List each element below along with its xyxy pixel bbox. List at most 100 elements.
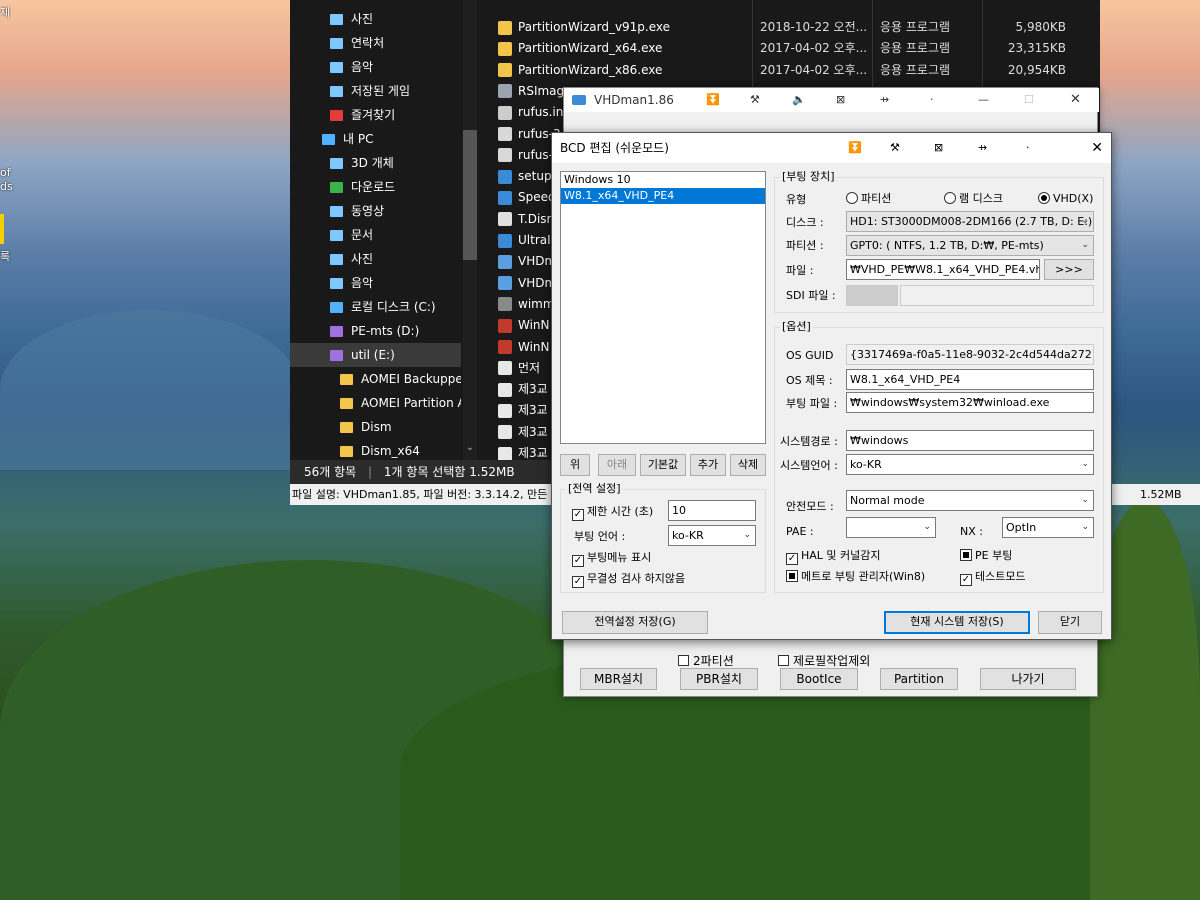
group-label: [전역 설정] <box>566 482 623 495</box>
scroll-down-icon[interactable]: ⌄ <box>463 442 477 458</box>
pbr-install-button[interactable]: PBR설치 <box>680 668 758 690</box>
boot-menu-checkbox[interactable]: ✓ 부팅메뉴 표시 <box>572 551 651 567</box>
pin-icon[interactable]: ⇸ <box>978 133 987 163</box>
sidebar-item-label: 즐겨찾기 <box>351 108 396 122</box>
folder-icon <box>330 278 343 289</box>
close-icon[interactable]: ✕ <box>1070 88 1081 112</box>
exit-button[interactable]: 나가기 <box>980 668 1076 690</box>
close-icon[interactable]: ✕ <box>1091 133 1103 163</box>
minimize-icon[interactable]: — <box>978 88 989 112</box>
boot-entry-list[interactable]: Windows 10 W8.1_x64_VHD_PE4 <box>560 171 766 444</box>
boot-language-select[interactable]: ko-KR ⌄ <box>668 525 756 546</box>
sidebar-item[interactable]: 음악 <box>290 55 461 79</box>
sidebar-item[interactable]: PE-mts (D:) <box>290 319 461 343</box>
system-language-select[interactable]: ko-KR ⌄ <box>846 454 1094 475</box>
sidebar-item-label: AOMEI Partition As <box>361 396 461 410</box>
os-title-input[interactable]: W8.1_x64_VHD_PE4 <box>846 369 1094 390</box>
sidebar-item-label: util (E:) <box>351 348 395 362</box>
file-icon <box>498 20 512 35</box>
grid-icon[interactable]: ⊠ <box>934 133 943 163</box>
file-type: 응용 프로그램 <box>880 62 951 77</box>
metro-boot-checkbox[interactable]: 메트로 부팅 관리자(Win8) <box>786 570 925 584</box>
sidebar-item[interactable]: 연락처 <box>290 31 461 55</box>
sidebar-item[interactable]: 사진 <box>290 7 461 31</box>
grid-icon[interactable]: ⊠ <box>836 88 845 112</box>
move-up-button[interactable]: 위 <box>560 454 590 476</box>
folder-icon <box>340 446 353 457</box>
tool-icon[interactable]: ⚒ <box>890 133 900 163</box>
partition-radio[interactable]: 파티션 <box>846 192 891 206</box>
sidebar-item-label: 사진 <box>351 252 374 266</box>
sidebar-item[interactable]: AOMEI Partition As <box>290 391 461 415</box>
file-date: 2018-10-22 오전... <box>760 20 868 34</box>
sidebar-item[interactable]: 로컬 디스크 (C:) <box>290 295 461 319</box>
disk-select[interactable]: HD1: ST3000DM008-2DM166 (2.7 TB, D: E:) ⌄ <box>846 211 1094 232</box>
mbr-install-button[interactable]: MBR설치 <box>580 668 657 690</box>
file-row[interactable]: PartitionWizard_x86.exe <box>498 59 748 81</box>
pin-icon[interactable]: ⏬ <box>848 133 862 163</box>
file-name: PartitionWizard_x64.exe <box>518 41 663 56</box>
two-partition-checkbox[interactable]: 2파티션 <box>678 653 734 669</box>
drive-icon <box>330 350 343 361</box>
partition-button[interactable]: Partition <box>880 668 958 690</box>
timeout-checkbox[interactable]: ✓ 제한 시간 (초) <box>572 505 653 521</box>
bootice-button[interactable]: BootIce <box>780 668 858 690</box>
list-item[interactable]: Windows 10 <box>561 172 765 188</box>
vhd-radio[interactable]: VHD(X) <box>1038 192 1093 206</box>
dot-icon[interactable]: · <box>1026 133 1030 163</box>
sidebar-item[interactable]: 즐겨찾기 <box>290 103 461 127</box>
pe-boot-checkbox[interactable]: PE 부팅 <box>960 549 1012 563</box>
pin-icon[interactable]: ⏬ <box>706 88 720 112</box>
sidebar-item[interactable]: 내 PC <box>290 127 461 151</box>
set-default-button[interactable]: 기본값 <box>640 454 686 476</box>
sidebar-item[interactable]: 다운로드 <box>290 175 461 199</box>
maximize-icon[interactable]: ☐ <box>1024 88 1034 112</box>
safe-mode-select[interactable]: Normal mode ⌄ <box>846 490 1094 511</box>
file-row[interactable]: PartitionWizard_v91p.exe <box>498 16 748 38</box>
file-name: 제3교 <box>518 446 548 460</box>
sidebar-item[interactable]: 3D 개체 <box>290 151 461 175</box>
hal-detect-checkbox[interactable]: ✓ HAL 및 커널감지 <box>786 549 881 565</box>
sidebar-item[interactable]: 문서 <box>290 223 461 247</box>
timeout-input[interactable]: 10 <box>668 500 756 521</box>
file-icon <box>498 276 512 291</box>
sidebar-item[interactable]: AOMEI Backupper 1 <box>290 367 461 391</box>
pae-select[interactable]: ⌄ <box>846 517 936 538</box>
file-icon <box>498 318 512 333</box>
list-item[interactable]: W8.1_x64_VHD_PE4 <box>561 188 765 204</box>
delete-entry-button[interactable]: 삭제 <box>730 454 766 476</box>
system-language-label: 시스템언어 : <box>780 459 838 472</box>
sidebar-item[interactable]: util (E:) <box>290 343 461 367</box>
sidebar-item[interactable]: 사진 <box>290 247 461 271</box>
tool-icon[interactable]: ⚒ <box>750 88 760 112</box>
close-button[interactable]: 닫기 <box>1038 611 1102 634</box>
test-mode-checkbox[interactable]: ✓ 테스트모드 <box>960 570 1026 586</box>
save-current-system-button[interactable]: 현재 시스템 저장(S) <box>884 611 1030 634</box>
type-label: 유형 <box>786 193 807 206</box>
dot-icon[interactable]: · <box>930 88 934 112</box>
file-row[interactable]: PartitionWizard_x64.exe <box>498 37 748 59</box>
sidebar-item-label: 다운로드 <box>351 180 396 194</box>
speaker-icon[interactable]: 🔈 <box>792 88 806 112</box>
browse-button[interactable]: >>> <box>1044 259 1094 280</box>
save-global-button[interactable]: 전역설정 저장(G) <box>562 611 708 634</box>
pin-icon[interactable]: ⇸ <box>880 88 889 112</box>
zero-fill-checkbox[interactable]: 제로필작업제외 <box>778 653 870 669</box>
add-entry-button[interactable]: 추가 <box>690 454 726 476</box>
file-name: setup <box>518 169 552 184</box>
nav-scrollbar-thumb[interactable] <box>463 130 477 260</box>
move-down-button[interactable]: 아래 <box>598 454 636 476</box>
system-path-input[interactable]: ₩windows <box>846 430 1094 451</box>
boot-file-input[interactable]: ₩windows₩system32₩winload.exe <box>846 392 1094 413</box>
vhd-file-input[interactable]: ₩VHD_PE₩W8.1_x64_VHD_PE4.vhd <box>846 259 1040 280</box>
desktop-icon[interactable] <box>0 214 4 244</box>
sidebar-item[interactable]: 음악 <box>290 271 461 295</box>
ramdisk-radio[interactable]: 램 디스크 <box>944 192 1003 206</box>
no-integrity-checkbox[interactable]: ✓ 무결성 검사 하지않음 <box>572 572 685 588</box>
partition-select[interactable]: GPT0: ( NTFS, 1.2 TB, D:₩, PE-mts) ⌄ <box>846 235 1094 256</box>
sidebar-item[interactable]: 동영상 <box>290 199 461 223</box>
nx-select[interactable]: OptIn ⌄ <box>1002 517 1094 538</box>
file-name: wimm <box>518 296 555 311</box>
sidebar-item[interactable]: Dism <box>290 415 461 439</box>
sidebar-item[interactable]: 저장된 게임 <box>290 79 461 103</box>
